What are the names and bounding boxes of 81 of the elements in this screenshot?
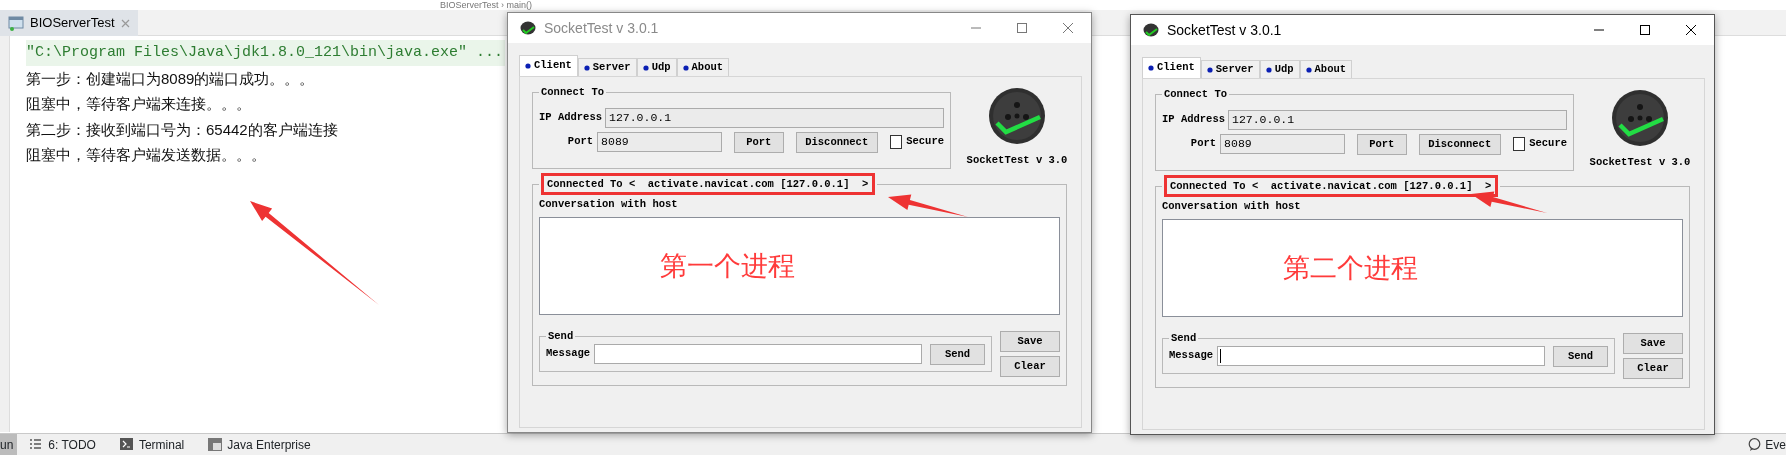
dot-icon: [1206, 66, 1213, 73]
field-label: IP Address: [1162, 111, 1224, 127]
window-icon: [208, 438, 223, 451]
secure-checkbox[interactable]: [889, 135, 903, 149]
group-label: Connect To: [1163, 89, 1228, 100]
group-label: Send: [547, 331, 575, 342]
logo-caption: SocketTest v 3.0: [966, 153, 1068, 168]
tab[interactable]: Server: [1200, 60, 1260, 78]
field-label: Conversation with host: [539, 197, 679, 213]
speech-bubble-icon: [1748, 438, 1762, 451]
app-icon: [520, 21, 536, 35]
console-line: 第二步：接收到端口号为：65442的客户端连接: [26, 120, 338, 138]
save-button[interactable]: Save: [1623, 333, 1683, 354]
tab[interactable]: Server: [577, 58, 637, 76]
tab[interactable]: About: [676, 58, 730, 76]
dot-icon: [1148, 65, 1154, 71]
window-title: SocketTest v 3.0.1: [544, 18, 660, 38]
tool-tab[interactable]: un: [0, 433, 18, 455]
port-field[interactable]: 8089: [1220, 134, 1345, 154]
plug-check-icon: [988, 87, 1046, 145]
send-button[interactable]: Send: [930, 343, 985, 365]
annotation-text: 第一个进程: [660, 248, 795, 283]
tab-label: BIOServerTest: [30, 14, 115, 33]
tool-tab[interactable]: Terminal: [107, 433, 197, 455]
port-button[interactable]: Port: [733, 131, 784, 153]
connection-status: Connected To < activate.navicat.com [127.0.0.1] >: [1170, 179, 1492, 192]
field-label: Port: [566, 134, 594, 150]
ip-address-field[interactable]: 127.0.0.1: [1228, 109, 1567, 130]
message-field[interactable]: [1217, 346, 1545, 366]
field-label: Message: [546, 346, 591, 362]
console-line: 阻塞中，等待客户端发送数据。。。: [26, 146, 266, 163]
conversation-area[interactable]: 第一个进程: [539, 217, 1060, 315]
dot-icon: [682, 64, 689, 71]
dot-icon: [1265, 66, 1272, 73]
tab[interactable]: Client: [519, 55, 578, 76]
dot-icon: [583, 64, 590, 71]
tool-tab[interactable]: Java Enterprise: [196, 433, 323, 455]
console-line: 第一步：创建端口为8089的端口成功。。。: [26, 69, 315, 87]
maximize-icon[interactable]: [1639, 24, 1651, 36]
send-button[interactable]: Send: [1553, 345, 1608, 367]
annotation-text: 第二个进程: [1283, 250, 1418, 285]
tab[interactable]: Udp: [1259, 60, 1300, 78]
tab[interactable]: Udp: [636, 58, 677, 76]
dot-icon: [1305, 66, 1312, 73]
field-label: Conversation with host: [1162, 199, 1302, 215]
close-icon[interactable]: [1685, 24, 1697, 36]
tab[interactable]: About: [1299, 60, 1353, 78]
tab[interactable]: Client: [1142, 57, 1201, 78]
app-icon: [1143, 23, 1159, 37]
group-label: Connect To: [540, 87, 605, 98]
field-label: Message: [1169, 348, 1214, 364]
breadcrumb[interactable]: BIOServerTest › main(): [440, 0, 533, 10]
dot-icon: [525, 63, 531, 69]
clear-button[interactable]: Clear: [1623, 358, 1683, 379]
clear-button[interactable]: Clear: [1000, 356, 1060, 377]
console-line: 阻塞中，等待客户端来连接。。。: [26, 95, 251, 112]
dot-icon: [642, 64, 649, 71]
console-icon: [8, 15, 24, 31]
port-button[interactable]: Port: [1356, 133, 1407, 155]
connection-status: Connected To < activate.navicat.com [127.0.0.1] >: [547, 177, 869, 190]
group-label: Send: [1170, 333, 1198, 344]
conversation-area[interactable]: 第二个进程: [1162, 219, 1683, 317]
terminal-icon: [119, 438, 134, 451]
disconnect-button[interactable]: Disconnect: [1418, 133, 1501, 155]
logo-caption: SocketTest v 3.0: [1589, 155, 1691, 170]
run-tab[interactable]: BIOServerTest: [0, 10, 138, 36]
field-label: Port: [1189, 136, 1217, 152]
save-button[interactable]: Save: [1000, 331, 1060, 352]
list-icon: [29, 438, 44, 451]
status-text[interactable]: Eve: [1765, 435, 1786, 454]
ip-address-field[interactable]: 127.0.0.1: [605, 107, 944, 128]
window-title: SocketTest v 3.0.1: [1167, 20, 1283, 40]
message-field[interactable]: [594, 344, 922, 364]
field-label: IP Address: [539, 109, 601, 125]
disconnect-button[interactable]: Disconnect: [795, 131, 878, 153]
checkbox-label: Secure: [906, 134, 944, 150]
tool-tab[interactable]: 6: TODO: [17, 433, 108, 455]
plug-check-icon: [1611, 89, 1669, 147]
checkbox-label: Secure: [1529, 136, 1567, 152]
secure-checkbox[interactable]: [1512, 137, 1526, 151]
port-field[interactable]: 8089: [597, 132, 722, 152]
